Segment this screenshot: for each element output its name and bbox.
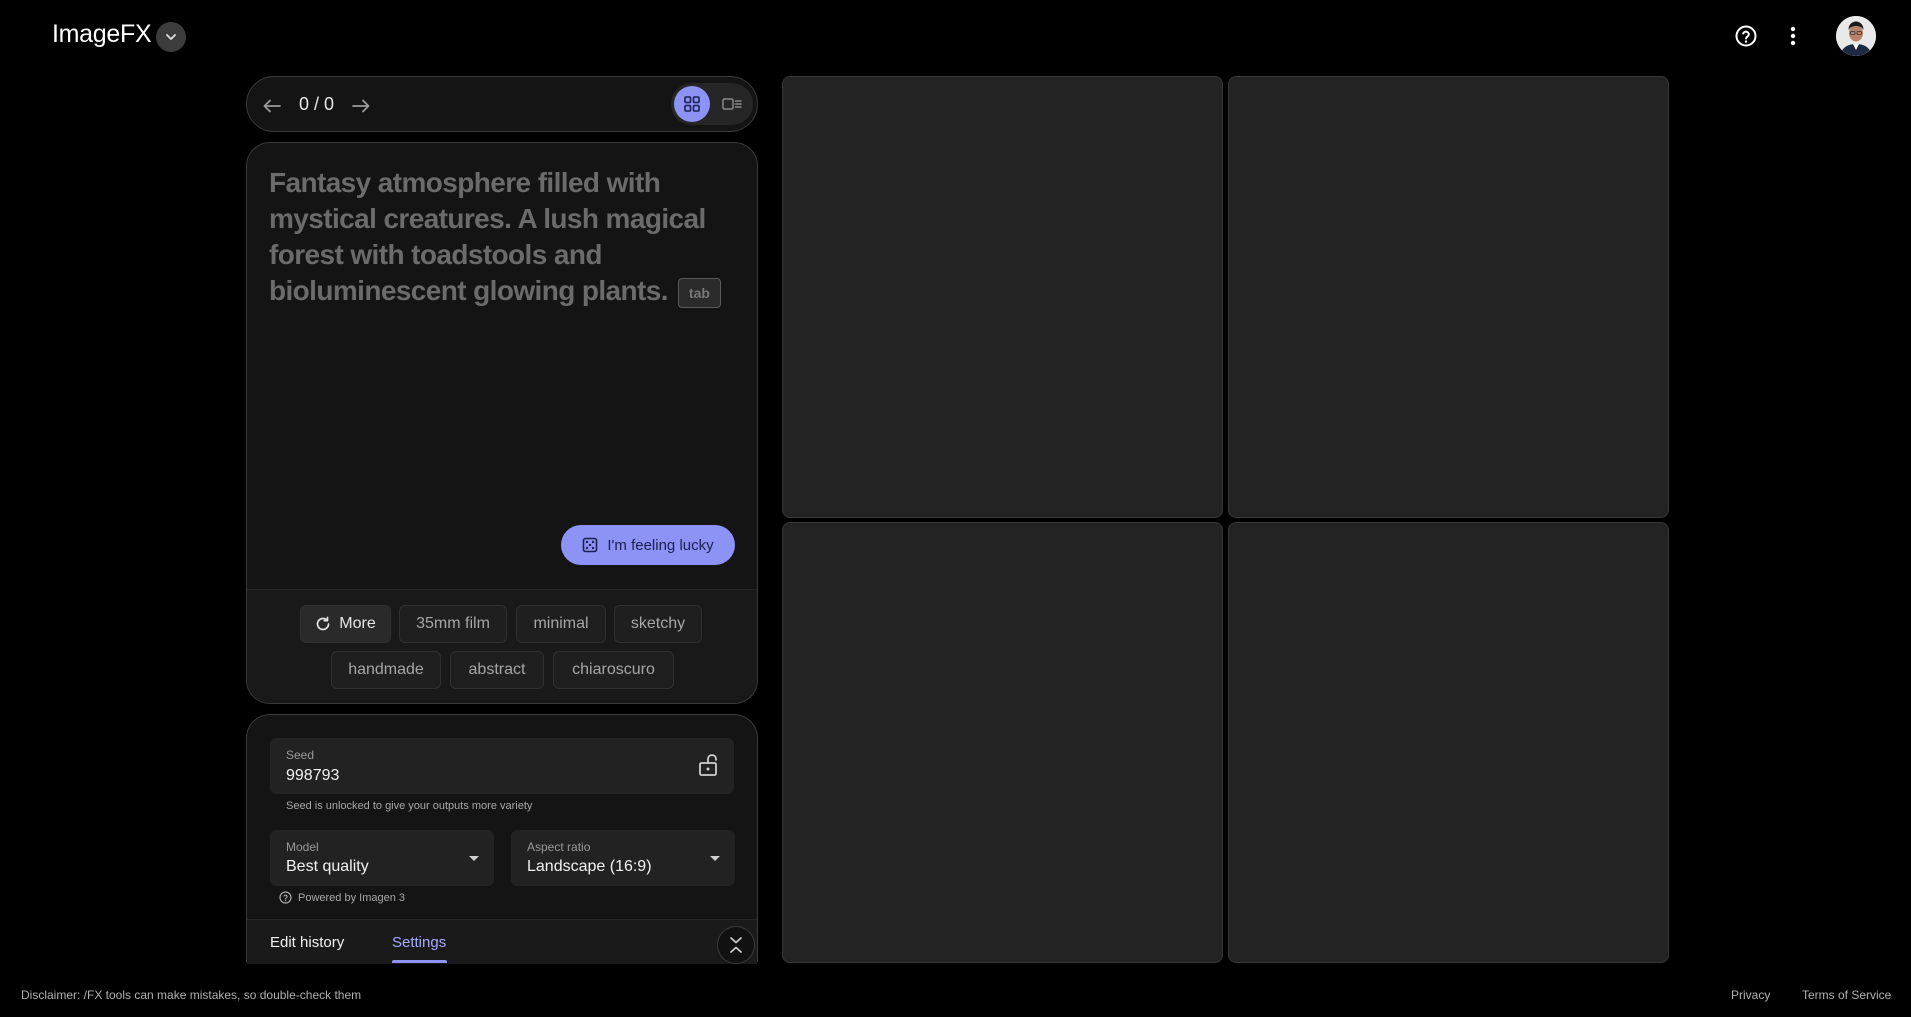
privacy-link[interactable]: Privacy (1731, 988, 1770, 1002)
model-label: Model (286, 840, 319, 854)
terms-link[interactable]: Terms of Service (1802, 988, 1891, 1002)
chip-chiaroscuro[interactable]: chiaroscuro (553, 651, 674, 689)
disclaimer-text: Disclaimer: /FX tools can make mistakes,… (21, 988, 362, 1002)
powered-by-label: Powered by Imagen 3 (298, 891, 406, 904)
seed-field[interactable]: Seed 998793 (270, 738, 734, 794)
detail-view-icon (722, 98, 742, 110)
dropdown-arrow-icon (469, 856, 479, 861)
user-avatar-icon (1836, 16, 1876, 56)
aspect-ratio-value: Landscape (16:9) (527, 858, 652, 875)
seed-helper-text: Seed is unlocked to give your outputs mo… (286, 800, 533, 812)
aspect-ratio-select[interactable]: Aspect ratio Landscape (16:9) (511, 830, 735, 886)
seed-lock-toggle[interactable] (698, 753, 720, 782)
refresh-icon (316, 616, 330, 631)
help-circle-icon[interactable] (279, 891, 292, 904)
app-title: ImageFX (52, 20, 152, 48)
settings-panel: Seed 998793 Seed is unlocked to give you… (246, 714, 758, 964)
image-counter: 0 / 0 (299, 94, 335, 114)
model-value: Best quality (286, 858, 369, 875)
tab-edit-history[interactable]: Edit history (270, 934, 344, 951)
model-select[interactable]: Model Best quality (270, 830, 494, 886)
chip-minimal[interactable]: minimal (516, 605, 606, 643)
grid-view-button[interactable] (674, 86, 710, 122)
avatar[interactable] (1836, 16, 1876, 56)
unlock-icon (699, 754, 717, 776)
chevron-down-icon (166, 34, 176, 40)
arrow-left-icon (263, 99, 281, 113)
style-chips: More 35mm film minimal sketchy handmade … (247, 589, 757, 703)
prompt-input[interactable]: Fantasy atmosphere filled with mystical … (269, 165, 729, 309)
image-slot-1[interactable] (782, 76, 1223, 518)
tab-key-hint: tab (677, 277, 721, 308)
collapse-icon (730, 937, 742, 953)
image-slot-4[interactable] (1228, 522, 1669, 963)
more-chips-label: More (339, 615, 376, 632)
aspect-ratio-label: Aspect ratio (527, 840, 591, 854)
dice-icon (583, 537, 598, 553)
more-options-button[interactable] (1778, 21, 1808, 51)
powered-by-note: Powered by Imagen 3 (279, 891, 405, 904)
image-slot-3[interactable] (782, 522, 1223, 963)
image-slot-2[interactable] (1228, 76, 1669, 518)
chip-handmade[interactable]: handmade (331, 651, 441, 689)
chip-35mm-film[interactable]: 35mm film (399, 605, 507, 643)
seed-value: 998793 (286, 767, 340, 784)
view-mode-toggle (671, 83, 753, 125)
help-circle-icon (1735, 25, 1757, 47)
help-button[interactable] (1731, 21, 1761, 51)
previous-button[interactable] (261, 95, 283, 117)
collapse-panel-button[interactable] (717, 926, 755, 964)
feeling-lucky-label: I'm feeling lucky (607, 536, 714, 554)
more-vert-icon (1790, 26, 1796, 46)
next-button[interactable] (350, 95, 372, 117)
arrow-right-icon (352, 99, 370, 113)
prompt-placeholder-text: Fantasy atmosphere filled with mystical … (269, 167, 706, 306)
image-navigation-bar: 0 / 0 (246, 76, 758, 132)
chip-sketchy[interactable]: sketchy (614, 605, 702, 643)
grid-view-icon (684, 96, 700, 112)
chip-abstract[interactable]: abstract (450, 651, 544, 689)
active-tab-indicator (392, 960, 447, 963)
tab-settings[interactable]: Settings (392, 934, 446, 951)
dropdown-arrow-icon (710, 856, 720, 861)
more-chips-button[interactable]: More (300, 605, 391, 643)
prompt-panel: Fantasy atmosphere filled with mystical … (246, 142, 758, 704)
settings-tabs: Edit history Settings (247, 919, 757, 964)
detail-view-button[interactable] (714, 86, 750, 122)
feeling-lucky-button[interactable]: I'm feeling lucky (561, 525, 735, 565)
seed-label: Seed (286, 748, 315, 762)
app-switcher-button[interactable] (156, 22, 186, 52)
